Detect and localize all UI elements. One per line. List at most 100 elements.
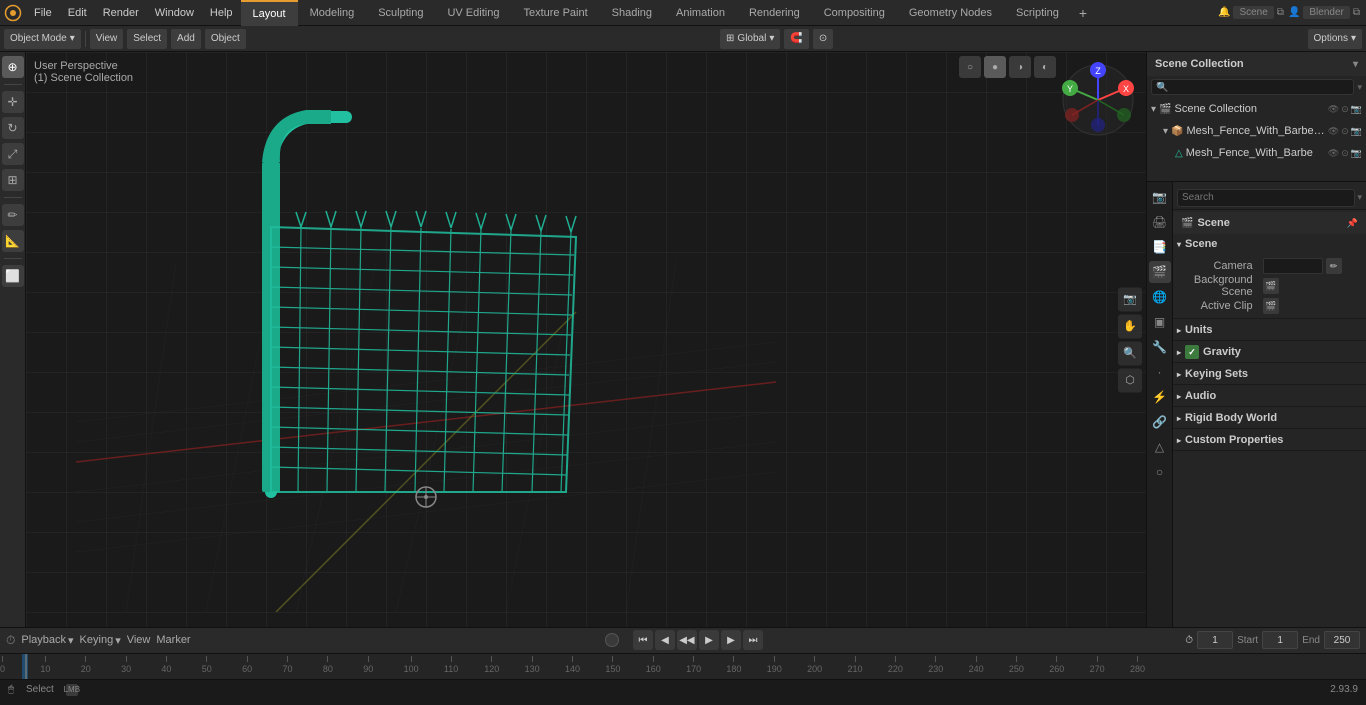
add-menu[interactable]: Add [171,29,201,49]
viewport-shading-wireframe[interactable]: ○ [959,56,981,78]
select2-icon[interactable]: ⊙ [1341,148,1349,159]
tab-animation[interactable]: Animation [664,0,737,26]
object-menu[interactable]: Object [205,29,246,49]
tab-scripting[interactable]: Scripting [1004,0,1071,26]
tab-rendering[interactable]: Rendering [737,0,812,26]
hand-btn[interactable]: ✋ [1118,314,1142,338]
tab-geometry-nodes[interactable]: Geometry Nodes [897,0,1004,26]
scene-header-pin[interactable]: 📌 [1347,218,1358,229]
timeline-ruler[interactable]: 0102030405060708090100110120130140150160… [0,654,1366,679]
next-frame-btn[interactable]: ▶ [721,630,741,650]
hide2-icon[interactable]: 👁 [1328,148,1339,159]
keying-sets-header[interactable]: ▸ Keying Sets [1173,364,1366,384]
viewport-shading-solid[interactable]: ● [984,56,1006,78]
render2-icon[interactable]: 📷 [1351,148,1362,159]
audio-section-header[interactable]: ▸ Audio [1173,386,1366,406]
scale-tool[interactable]: ⤢ [2,143,24,165]
menu-file[interactable]: File [26,0,60,25]
local-view-btn[interactable]: ⬡ [1118,368,1142,392]
proportional-edit[interactable]: ⊙ [813,29,833,49]
jump-to-start-btn[interactable]: ⏮ [633,630,653,650]
props-data-icon[interactable]: △ [1149,436,1171,458]
restrict-icon[interactable]: ⊙ [1341,104,1349,115]
cursor-tool[interactable]: ⊕ [2,56,24,78]
outliner-item-1[interactable]: △ Mesh_Fence_With_Barbe 👁 ⊙ 📷 [1147,142,1366,164]
tab-sculpting[interactable]: Sculpting [366,0,435,26]
background-scene-icon-btn[interactable]: 🎬 [1263,278,1279,294]
props-physics-icon[interactable]: ⚡ [1149,386,1171,408]
tab-modeling[interactable]: Modeling [298,0,367,26]
outliner-search[interactable] [1151,79,1354,95]
select-menu[interactable]: Select [127,29,167,49]
viewport-shading-material[interactable]: ◑ [1009,56,1031,78]
props-view-layer-icon[interactable]: 📑 [1149,236,1171,258]
eye-icon[interactable]: 👁 [1328,104,1339,115]
outliner-options[interactable]: ▾ [1357,82,1362,93]
render-vis-icon[interactable]: 📷 [1351,126,1362,137]
keying-menu[interactable]: Keying ▾ [80,634,121,647]
marker-menu[interactable]: Marker [156,634,190,646]
camera-view-btn[interactable]: 📷 [1118,287,1142,311]
outliner-scene-collection[interactable]: ▾ 🎬 Scene Collection 👁 ⊙ 📷 [1147,98,1366,120]
outliner-filter[interactable]: ▾ [1353,59,1358,70]
gravity-checkbox[interactable]: ✓ [1185,345,1199,359]
props-particles-icon[interactable]: · [1149,361,1171,383]
props-modifiers-icon[interactable]: 🔧 [1149,336,1171,358]
annotate-tool[interactable]: ✏ [2,204,24,226]
tab-compositing[interactable]: Compositing [812,0,897,26]
units-section-header[interactable]: ▸ Units [1173,320,1366,340]
mode-selector[interactable]: Object Mode ▾ [4,29,81,49]
menu-render[interactable]: Render [95,0,147,25]
add-workspace-button[interactable]: + [1071,5,1095,21]
gravity-section-header[interactable]: ▸ ✓ Gravity [1173,342,1366,362]
props-search-input[interactable] [1177,189,1355,207]
view-menu[interactable]: View [90,29,124,49]
select-icon[interactable]: ⊙ [1341,126,1349,137]
rotate-tool[interactable]: ↻ [2,117,24,139]
current-frame-input[interactable]: 1 [1197,631,1233,649]
viewport[interactable]: User Perspective (1) Scene Collection [26,52,1146,627]
hide-icon[interactable]: 👁 [1328,126,1339,137]
add-cube-tool[interactable]: ⬜ [2,265,24,287]
camera-input[interactable] [1263,258,1323,274]
camera-pick-btn[interactable]: ✏ [1326,258,1342,274]
transform-global[interactable]: ⊞ Global ▾ [720,29,780,49]
active-clip-icon-btn[interactable]: 🎬 [1263,298,1279,314]
menu-window[interactable]: Window [147,0,202,25]
props-world-icon[interactable]: 🌐 [1149,286,1171,308]
tab-uv-editing[interactable]: UV Editing [435,0,511,26]
playback-menu[interactable]: Playback ▾ [21,634,73,647]
options-btn[interactable]: Options ▾ [1308,29,1363,49]
props-filter-icon[interactable]: ▾ [1357,192,1362,203]
viewport-shading-render[interactable]: ◐ [1034,56,1056,78]
tab-shading[interactable]: Shading [600,0,664,26]
props-constraints-icon[interactable]: 🔗 [1149,411,1171,433]
scene-section-header[interactable]: ▾ Scene [1173,234,1366,254]
render-icon[interactable]: 📷 [1351,104,1362,115]
frame-end-input[interactable]: 250 [1324,631,1360,649]
props-scene-icon[interactable]: 🎬 [1149,261,1171,283]
axes-gizmo[interactable]: Z X Y [1058,60,1138,140]
prev-frame-btn[interactable]: ◀ [655,630,675,650]
play-btn[interactable]: ▶ [699,630,719,650]
menu-help[interactable]: Help [202,0,241,25]
measure-tool[interactable]: 📐 [2,230,24,252]
play-reverse-btn[interactable]: ◀◀ [677,630,697,650]
zoom-btn[interactable]: 🔍 [1118,341,1142,365]
move-tool[interactable]: ✛ [2,91,24,113]
outliner-item-0[interactable]: ▾ 📦 Mesh_Fence_With_Barber_Wi 👁 ⊙ 📷 [1147,120,1366,142]
props-material-icon[interactable]: ○ [1149,461,1171,483]
jump-to-end-btn[interactable]: ⏭ [743,630,763,650]
tab-texture-paint[interactable]: Texture Paint [511,0,599,26]
tab-layout[interactable]: Layout [241,0,298,26]
rigid-body-world-header[interactable]: ▸ Rigid Body World [1173,408,1366,428]
props-object-icon[interactable]: ▣ [1149,311,1171,333]
custom-properties-header[interactable]: ▸ Custom Properties [1173,430,1366,450]
frame-start-input[interactable]: 1 [1262,631,1298,649]
record-button[interactable] [605,633,619,647]
transform-tool[interactable]: ⊞ [2,169,24,191]
props-output-icon[interactable]: 🖨 [1149,211,1171,233]
menu-edit[interactable]: Edit [60,0,95,25]
fps-toggle[interactable]: ⏱ [1185,635,1193,646]
props-render-icon[interactable]: 📷 [1149,186,1171,208]
